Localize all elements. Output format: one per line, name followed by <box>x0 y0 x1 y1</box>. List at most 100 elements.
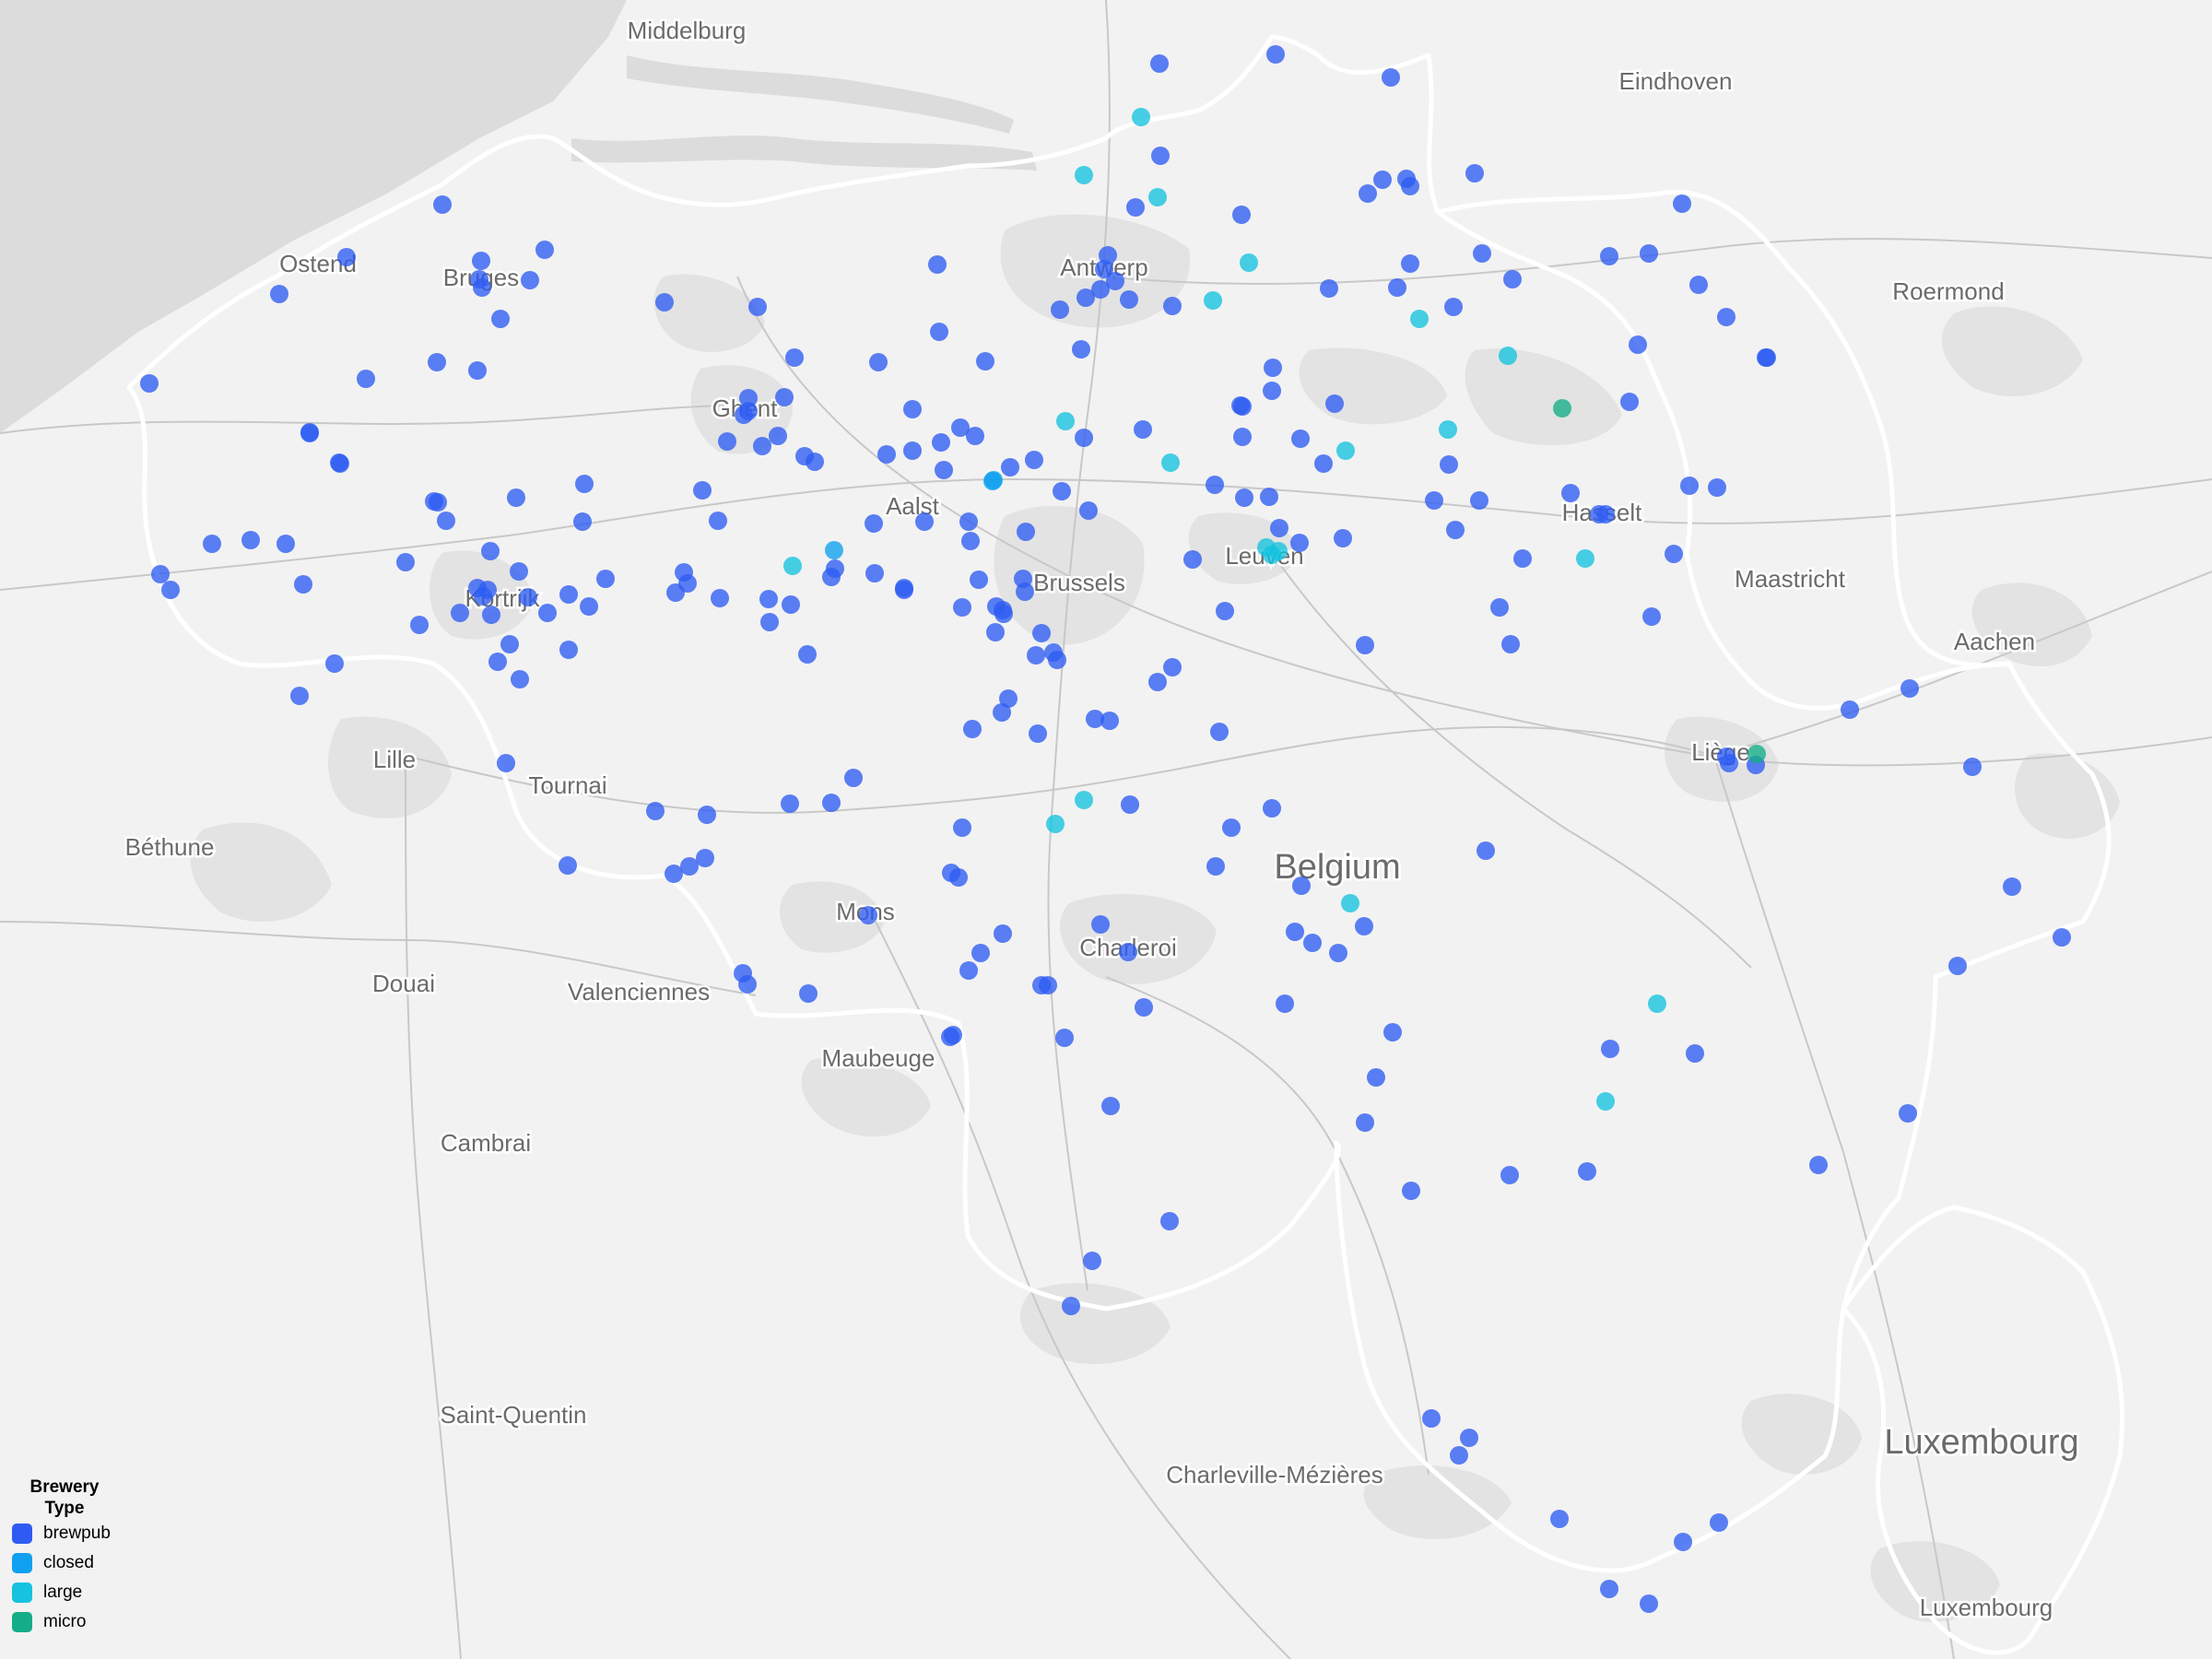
brewery-point-brewpub[interactable] <box>1029 724 1047 743</box>
brewery-point-brewpub[interactable] <box>1500 1166 1519 1184</box>
brewery-point-brewpub[interactable] <box>1222 818 1241 837</box>
brewery-point-brewpub[interactable] <box>822 794 841 812</box>
brewery-point-brewpub[interactable] <box>1055 1029 1074 1047</box>
brewery-point-brewpub[interactable] <box>961 532 980 550</box>
brewery-point-brewpub[interactable] <box>491 310 510 328</box>
brewery-point-brewpub[interactable] <box>396 553 415 571</box>
brewery-point-brewpub[interactable] <box>1501 635 1520 653</box>
brewery-point-brewpub[interactable] <box>655 293 674 312</box>
brewery-point-brewpub[interactable] <box>932 433 950 452</box>
brewery-point-brewpub[interactable] <box>488 653 507 671</box>
brewery-point-brewpub[interactable] <box>1126 198 1145 217</box>
brewery-point-brewpub[interactable] <box>500 635 519 653</box>
brewery-point-brewpub[interactable] <box>437 512 455 530</box>
brewery-point-brewpub[interactable] <box>826 559 844 578</box>
brewery-point-brewpub[interactable] <box>1334 529 1352 547</box>
brewery-point-brewpub[interactable] <box>994 605 1013 623</box>
brewery-point-brewpub[interactable] <box>963 720 982 738</box>
brewery-point-brewpub[interactable] <box>1402 1182 1420 1200</box>
brewery-point-brewpub[interactable] <box>1600 1580 1618 1598</box>
brewery-point-brewpub[interactable] <box>1206 476 1224 494</box>
brewery-point-brewpub[interactable] <box>357 370 375 388</box>
brewery-point-brewpub[interactable] <box>865 514 883 533</box>
brewery-point-brewpub[interactable] <box>1963 758 1982 776</box>
brewery-point-brewpub[interactable] <box>1477 841 1495 860</box>
brewery-point-brewpub[interactable] <box>1270 519 1288 537</box>
brewery-point-brewpub[interactable] <box>1470 491 1488 510</box>
brewery-point-brewpub[interactable] <box>1440 455 1458 474</box>
brewery-point-brewpub[interactable] <box>1686 1044 1704 1063</box>
brewery-point-brewpub[interactable] <box>1160 1212 1179 1230</box>
brewery-point-brewpub[interactable] <box>1263 799 1281 818</box>
brewery-point-brewpub[interactable] <box>781 794 799 813</box>
brewery-point-brewpub[interactable] <box>844 769 863 787</box>
brewery-point-brewpub[interactable] <box>538 604 557 622</box>
brewery-point-brewpub[interactable] <box>1600 247 1618 265</box>
brewery-point-brewpub[interactable] <box>1465 164 1484 182</box>
brewery-point-brewpub[interactable] <box>1210 723 1229 741</box>
brewery-point-brewpub[interactable] <box>1016 582 1034 601</box>
brewery-point-brewpub[interactable] <box>953 598 971 617</box>
brewery-point-brewpub[interactable] <box>2053 928 2071 947</box>
brewery-point-brewpub[interactable] <box>1291 429 1310 448</box>
brewery-point-brewpub[interactable] <box>959 512 978 531</box>
brewery-point-brewpub[interactable] <box>535 241 554 259</box>
brewery-point-brewpub[interactable] <box>1290 534 1309 552</box>
brewery-point-brewpub[interactable] <box>1642 607 1661 626</box>
brewery-point-brewpub[interactable] <box>1101 1097 1120 1115</box>
brewery-point-brewpub[interactable] <box>519 588 537 606</box>
brewery-point-brewpub[interactable] <box>428 353 446 371</box>
brewery-point-brewpub[interactable] <box>806 453 824 471</box>
brewery-point-brewpub[interactable] <box>559 641 578 659</box>
brewery-point-brewpub[interactable] <box>799 984 818 1003</box>
brewery-point-large[interactable] <box>1132 108 1150 126</box>
brewery-point-brewpub[interactable] <box>769 427 787 445</box>
brewery-point-large[interactable] <box>1204 291 1222 310</box>
brewery-point-large[interactable] <box>1648 994 1666 1013</box>
brewery-point-brewpub[interactable] <box>665 865 683 883</box>
brewery-point-brewpub[interactable] <box>1373 171 1392 189</box>
brewery-point-brewpub[interactable] <box>2003 877 2021 896</box>
brewery-point-brewpub[interactable] <box>760 613 779 631</box>
brewery-point-brewpub[interactable] <box>1446 521 1465 539</box>
brewery-point-brewpub[interactable] <box>481 542 500 560</box>
brewery-point-brewpub[interactable] <box>559 856 577 875</box>
brewery-point-brewpub[interactable] <box>337 248 356 266</box>
brewery-point-brewpub[interactable] <box>1051 300 1069 319</box>
brewery-point-brewpub[interactable] <box>474 587 492 606</box>
brewery-point-brewpub[interactable] <box>1163 658 1182 677</box>
brewery-point-brewpub[interactable] <box>575 475 594 493</box>
brewery-point-large[interactable] <box>1439 420 1457 439</box>
brewery-point-brewpub[interactable] <box>507 488 525 507</box>
legend-item-closed[interactable]: closed <box>9 1548 138 1578</box>
brewery-point-brewpub[interactable] <box>1356 1113 1374 1132</box>
brewery-point-brewpub[interactable] <box>573 512 592 531</box>
brewery-point-brewpub[interactable] <box>425 492 443 511</box>
brewery-point-brewpub[interactable] <box>1325 394 1344 413</box>
brewery-point-brewpub[interactable] <box>1948 957 1967 975</box>
brewery-point-brewpub[interactable] <box>1900 679 1919 698</box>
brewery-point-brewpub[interactable] <box>949 868 968 887</box>
brewery-point-brewpub[interactable] <box>140 374 159 393</box>
basemap[interactable]: MiddelburgEindhovenOstendBrugesAntwerpRo… <box>0 0 2212 1659</box>
brewery-point-brewpub[interactable] <box>1235 488 1253 507</box>
brewery-point-brewpub[interactable] <box>1841 700 1859 719</box>
brewery-point-brewpub[interactable] <box>718 432 736 451</box>
brewery-point-brewpub[interactable] <box>1151 147 1170 165</box>
brewery-point-brewpub[interactable] <box>1401 254 1419 273</box>
brewery-point-brewpub[interactable] <box>971 944 990 962</box>
brewery-point-brewpub[interactable] <box>986 623 1005 641</box>
brewery-point-brewpub[interactable] <box>1314 454 1333 473</box>
brewery-point-brewpub[interactable] <box>1596 505 1615 524</box>
brewery-point-brewpub[interactable] <box>1075 429 1093 447</box>
brewery-point-brewpub[interactable] <box>1001 458 1019 477</box>
brewery-point-brewpub[interactable] <box>300 424 319 442</box>
brewery-point-large[interactable] <box>1161 453 1180 472</box>
brewery-point-brewpub[interactable] <box>294 575 312 594</box>
brewery-point-brewpub[interactable] <box>1444 298 1463 316</box>
brewery-point-large[interactable] <box>1336 441 1355 460</box>
brewery-point-large[interactable] <box>1075 166 1093 184</box>
brewery-point-brewpub[interactable] <box>1367 1068 1385 1087</box>
brewery-point-brewpub[interactable] <box>1206 857 1225 876</box>
brewery-point-large[interactable] <box>1576 549 1594 568</box>
